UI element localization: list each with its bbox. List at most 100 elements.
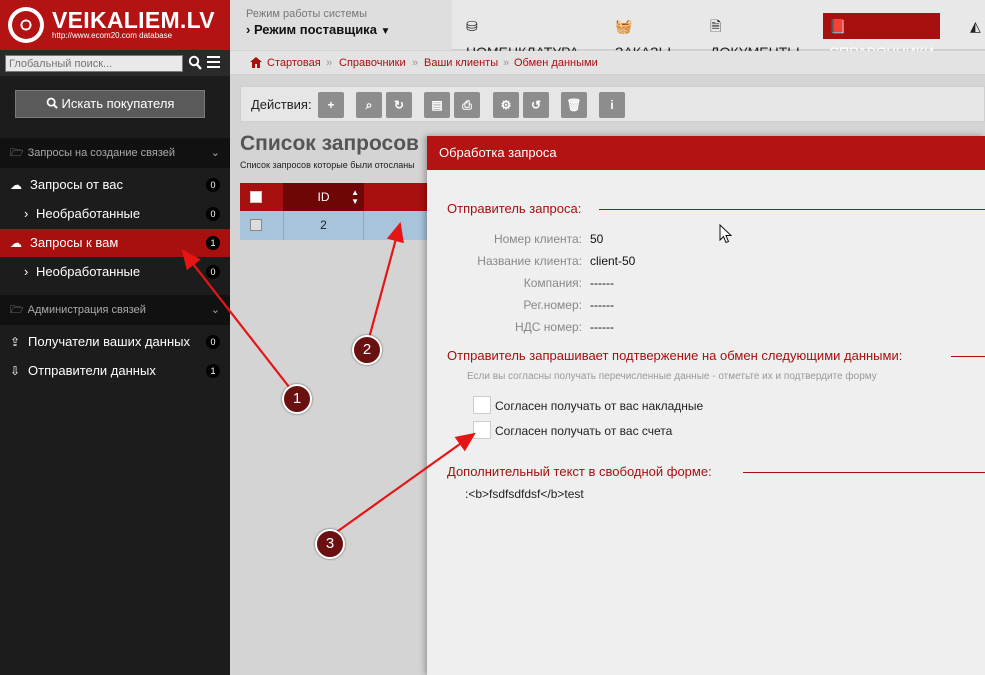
select-all-checkbox[interactable] [250, 191, 262, 203]
column-header-id[interactable]: ID ▲ ▼ [283, 183, 364, 211]
bills-checkbox-label[interactable]: Согласен получать от вас счета [495, 424, 672, 438]
breadcrumb-data-exchange[interactable]: Обмен данными [514, 51, 598, 75]
chevron-down-icon: ⌄ [210, 304, 220, 316]
sidebar-item-label: Необработанные [36, 206, 141, 221]
chevron-down-icon: ⌄ [210, 147, 220, 159]
request-processing-dialog: Обработка запроса Отправитель запроса: Н… [427, 136, 985, 675]
annotation-marker-2: 2 [352, 335, 382, 365]
excel-icon: ▤ [431, 98, 443, 112]
search-icon: ⌕ [365, 98, 373, 112]
sidebar: VEIKALIEM.LV http://www.ecom20.com datab… [0, 0, 230, 675]
nav-directories[interactable]: 📕 СПРАВОЧНИКИ [823, 13, 941, 60]
search-icon [46, 97, 58, 109]
export-excel-button[interactable]: ▤ [424, 92, 450, 118]
refresh-icon: ↻ [393, 98, 405, 112]
sidebar-item-requests-to-you[interactable]: ☁ Запросы к вам 1 [0, 229, 230, 257]
gears-icon: ⚙ [500, 98, 512, 112]
count-badge: 0 [206, 178, 220, 192]
find-customer-button[interactable]: Искать покупателя [15, 90, 205, 118]
add-button[interactable]: + [318, 92, 344, 118]
search-icon[interactable] [188, 55, 202, 71]
find-customer-label: Искать покупателя [61, 96, 175, 111]
confirm-hint: Если вы согласны получать перечисленные … [467, 371, 877, 382]
sidebar-item-data-senders[interactable]: ⇩ Отправители данных 1 [0, 357, 230, 385]
hamburger-menu-icon[interactable] [207, 56, 220, 69]
cloud-download-icon: ☁ [10, 236, 22, 250]
history-icon: ↺ [530, 98, 542, 112]
section-link-admin[interactable]: 🗁 Администрация связей ⌄ [0, 295, 230, 325]
mode-selector[interactable]: Режим работы системы › Режим поставщика … [230, 0, 452, 50]
free-text-legend: Дополнительный текст в свободной форме: [447, 464, 712, 479]
book-icon: 📕 [829, 18, 847, 34]
top-bar: Режим работы системы › Режим поставщика … [230, 0, 985, 60]
logo[interactable]: VEIKALIEM.LV http://www.ecom20.com datab… [0, 0, 230, 50]
count-badge: 1 [206, 236, 220, 250]
field-value: 50 [590, 232, 604, 246]
section-label: Администрация связей [27, 304, 146, 316]
plus-icon: + [327, 98, 335, 112]
invoices-checkbox-label[interactable]: Согласен получать от вас накладные [495, 399, 703, 413]
breadcrumb: Стартовая » Справочники » Ваши клиенты »… [230, 51, 985, 75]
history-button[interactable]: ↺ [523, 92, 549, 118]
annotation-marker-3: 3 [315, 529, 345, 559]
mode-value: › Режим поставщика ▼ [246, 22, 391, 37]
annotation-marker-1: 1 [282, 384, 312, 414]
logo-icon [8, 7, 44, 43]
refresh-button[interactable]: ↻ [386, 92, 412, 118]
breadcrumb-start[interactable]: Стартовая [267, 51, 321, 75]
count-badge: 0 [206, 207, 220, 221]
sidebar-item-label: Получатели ваших данных [28, 334, 190, 349]
breadcrumb-directories[interactable]: Справочники [339, 51, 406, 75]
sidebar-item-unprocessed-out[interactable]: › Необработанные 0 [0, 200, 230, 228]
row-checkbox[interactable] [250, 219, 262, 231]
sidebar-item-label: Запросы к вам [30, 235, 119, 250]
area-chart-icon[interactable]: ◭ [970, 13, 981, 39]
sender-legend: Отправитель запроса: [447, 201, 582, 216]
info-icon: i [610, 98, 614, 112]
invoices-checkbox[interactable] [473, 396, 491, 414]
chevron-right-icon: › [24, 264, 29, 279]
bills-checkbox[interactable] [473, 421, 491, 439]
table-row[interactable]: 2 [240, 211, 430, 240]
sort-icon: ▲ ▼ [351, 188, 359, 206]
page-subtitle: Список запросов которые были отосланы [240, 160, 415, 170]
print-icon: ⎙ [462, 98, 472, 112]
sidebar-item-unprocessed-in[interactable]: › Необработанные 0 [0, 258, 230, 286]
trash-icon: 🗑 [566, 98, 582, 112]
field-label: Компания: [523, 276, 582, 290]
nav-documents[interactable]: 🗎 ДОКУМЕНТЫ [710, 13, 800, 60]
sidebar-item-data-recipients[interactable]: ⇪ Получатели ваших данных 0 [0, 328, 230, 356]
table-header: ID ▲ ▼ [240, 183, 430, 211]
home-icon[interactable] [250, 57, 262, 68]
print-button[interactable]: ⎙ [454, 92, 480, 118]
logo-subtitle: http://www.ecom20.com database [52, 31, 173, 40]
sidebar-item-label: Необработанные [36, 264, 141, 279]
breadcrumb-clients[interactable]: Ваши клиенты [424, 51, 498, 75]
search-button[interactable]: ⌕ [356, 92, 382, 118]
mode-label: Режим работы системы [246, 8, 368, 20]
field-label: Название клиента: [477, 254, 582, 268]
global-search-bar [0, 50, 230, 76]
count-badge: 0 [206, 265, 220, 279]
mouse-cursor-icon [719, 224, 732, 244]
nav-orders[interactable]: 🧺 ЗАКАЗЫ [615, 13, 671, 60]
settings-button[interactable]: ⚙ [493, 92, 519, 118]
global-search-input[interactable] [5, 55, 183, 72]
section-link-requests[interactable]: 🗁 Запросы на создание связей ⌄ [0, 138, 230, 168]
info-button[interactable]: i [599, 92, 625, 118]
field-value: ------ [590, 276, 614, 290]
field-value: ------ [590, 298, 614, 312]
chevron-right-icon: › [24, 206, 29, 221]
document-icon: 🗎 [710, 18, 722, 34]
folder-open-icon: 🗁 [10, 147, 24, 159]
delete-button[interactable]: 🗑 [561, 92, 587, 118]
basket-icon: 🧺 [615, 18, 633, 34]
nav-nomenclature[interactable]: ⛁ НОМЕНКЛАТУРА [466, 13, 579, 60]
caret-down-icon: ▼ [380, 26, 391, 37]
cubes-icon: ⛁ [466, 18, 478, 34]
actions-label: Действия: [251, 97, 312, 112]
sidebar-item-requests-from-you[interactable]: ☁ Запросы от вас 0 [0, 171, 230, 199]
dialog-title: Обработка запроса [427, 136, 985, 170]
download-icon: ⇩ [10, 364, 21, 378]
confirm-legend: Отправитель запрашивает подтвержение на … [447, 348, 903, 363]
